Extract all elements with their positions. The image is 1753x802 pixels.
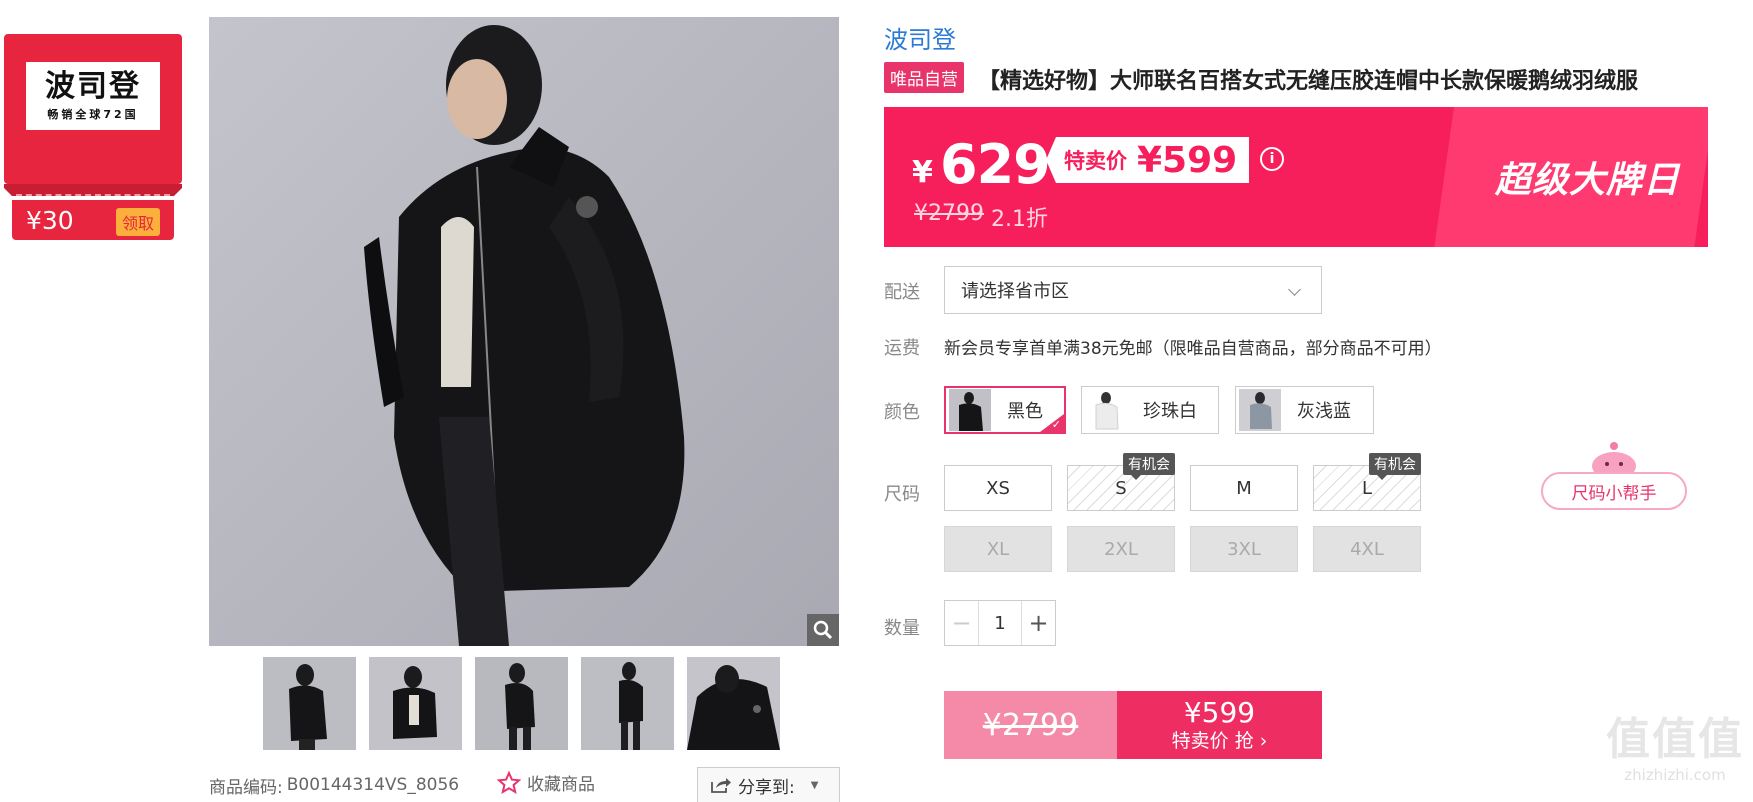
size-helper-button[interactable]: 尺码小帮手 xyxy=(1541,472,1687,510)
color-swatch-black xyxy=(949,389,991,431)
buy-original-price: ¥2799 xyxy=(982,707,1079,743)
zoom-button[interactable] xyxy=(807,614,839,646)
brand-link[interactable]: 波司登 xyxy=(884,20,956,55)
size-text-xl: XL xyxy=(986,538,1010,560)
product-photo xyxy=(209,17,839,646)
color-option-black[interactable]: 黑色 ✓ xyxy=(944,386,1066,434)
discount-rate: 2.1折 xyxy=(991,207,1048,232)
quantity-value[interactable]: 1 xyxy=(979,601,1021,645)
size-option-4xl: 4XL xyxy=(1313,526,1421,572)
sku-label: 商品编码: xyxy=(209,777,283,798)
brand-coupon[interactable]: 波司登 畅销全球72国 ¥30 领取 xyxy=(4,34,182,240)
size-option-2xl: 2XL xyxy=(1067,526,1175,572)
color-name-black: 黑色 xyxy=(1007,401,1043,422)
region-select-value: 请选择省市区 xyxy=(961,281,1069,302)
color-name-gray-blue: 灰浅蓝 xyxy=(1297,401,1351,422)
sku-row: 商品编码: B00144314VS_8056 xyxy=(209,772,459,798)
color-option-gray-blue[interactable]: 灰浅蓝 xyxy=(1235,386,1374,434)
size-option-3xl: 3XL xyxy=(1190,526,1298,572)
size-label: 尺码 xyxy=(884,484,920,505)
shipping-label: 运费 xyxy=(884,338,920,359)
size-option-l[interactable]: L 有机会 xyxy=(1313,453,1421,511)
color-swatch-pearl-white xyxy=(1085,389,1127,431)
coupon-brand: 波司登 xyxy=(45,69,141,104)
original-price: ¥2799 xyxy=(914,201,984,226)
magnifier-icon xyxy=(813,620,833,640)
thumbnail-1[interactable] xyxy=(263,657,356,750)
size-text-l: L xyxy=(1361,477,1373,499)
thumbnail-2[interactable] xyxy=(369,657,462,750)
caret-down-icon: ▼ xyxy=(810,779,819,791)
quantity-plus-button[interactable]: + xyxy=(1021,601,1055,645)
coupon-amount: ¥30 xyxy=(26,206,74,235)
size-text-xs: XS xyxy=(986,477,1010,499)
color-option-pearl-white[interactable]: 珍珠白 xyxy=(1081,386,1219,434)
coupon-tagline: 畅销全球72国 xyxy=(47,108,139,121)
thumbnail-strip xyxy=(263,657,780,750)
size-text-4xl: 4XL xyxy=(1350,538,1384,560)
coupon-claim-button[interactable]: 领取 xyxy=(115,208,160,236)
thumbnail-4[interactable] xyxy=(581,657,674,750)
size-option-m[interactable]: M xyxy=(1190,465,1298,511)
quantity-label: 数量 xyxy=(884,618,920,639)
sku-value: B00144314VS_8056 xyxy=(286,775,460,795)
chance-tag: 有机会 xyxy=(1123,453,1175,480)
shipping-note: 新会员专享首单满38元免邮（限唯品自营商品，部分商品不可用） xyxy=(944,339,1442,359)
size-text-s: S xyxy=(1115,477,1127,499)
special-price-label: 特卖价 xyxy=(1064,149,1127,173)
color-label: 颜色 xyxy=(884,402,920,423)
size-text-3xl: 3XL xyxy=(1227,538,1261,560)
coupon-divider xyxy=(16,194,170,196)
coupon-header: 波司登 畅销全球72国 xyxy=(4,34,182,184)
share-icon xyxy=(711,778,731,793)
price-currency: ¥ xyxy=(912,155,933,190)
watermark-logo: 值值值 xyxy=(1606,714,1744,765)
buy-now-panel[interactable]: ¥599 特卖价 抢 › xyxy=(1117,691,1322,759)
product-page: 波司登 畅销全球72国 ¥30 领取 商品编码: B00144314VS_805… xyxy=(0,0,1753,802)
price-main: 629 xyxy=(940,133,1051,196)
info-icon[interactable]: i xyxy=(1260,147,1284,171)
buy-button[interactable]: ¥2799 ¥599 特卖价 抢 › xyxy=(944,691,1322,759)
special-price-value: ¥599 xyxy=(1137,139,1238,181)
buy-price: ¥599 xyxy=(1183,696,1256,729)
chevron-down-icon xyxy=(1288,283,1301,296)
selected-check-icon: ✓ xyxy=(1040,414,1064,432)
delivery-label: 配送 xyxy=(884,282,920,303)
quantity-minus-button[interactable]: − xyxy=(945,601,979,645)
main-product-image[interactable] xyxy=(209,17,839,646)
buy-original-price-panel: ¥2799 xyxy=(944,691,1117,759)
brand-logo: 波司登 畅销全球72国 xyxy=(26,62,160,130)
size-option-s[interactable]: S 有机会 xyxy=(1067,453,1175,511)
share-button[interactable]: 分享到: ▼ xyxy=(697,767,840,802)
size-text-m: M xyxy=(1236,477,1252,499)
size-option-xl: XL xyxy=(944,526,1052,572)
chance-tag: 有机会 xyxy=(1369,453,1421,480)
watermark: 值值值 zhizhizhi.com xyxy=(1600,714,1750,785)
coupon-footer: ¥30 领取 xyxy=(12,194,174,240)
region-select[interactable]: 请选择省市区 xyxy=(944,266,1322,314)
thumbnail-5[interactable] xyxy=(687,657,780,750)
color-swatch-gray-blue xyxy=(1239,389,1281,431)
size-text-2xl: 2XL xyxy=(1104,538,1138,560)
watermark-url: zhizhizhi.com xyxy=(1624,766,1726,784)
self-operated-badge: 唯品自营 xyxy=(884,62,964,93)
share-label: 分享到: xyxy=(738,777,795,798)
color-name-pearl-white: 珍珠白 xyxy=(1143,401,1197,422)
favorite-button[interactable]: 收藏商品 xyxy=(497,770,595,795)
product-title: 【精选好物】大师联名百搭女式无缝压胶连帽中长款保暖鹅绒羽绒服 xyxy=(978,69,1639,94)
favorite-label: 收藏商品 xyxy=(527,775,595,795)
quantity-stepper: − 1 + xyxy=(944,600,1056,646)
size-option-xs[interactable]: XS xyxy=(944,465,1052,511)
banner-slogan: 超级大牌日 xyxy=(1494,160,1680,201)
special-price-tag: 特卖价 ¥599 xyxy=(1046,137,1250,183)
star-icon xyxy=(497,770,521,794)
buy-cta: 特卖价 抢 › xyxy=(1171,730,1268,752)
price-banner: ¥ 629 特卖价 ¥599 i ¥2799 2.1折 超级大牌日 xyxy=(884,107,1708,247)
thumbnail-3[interactable] xyxy=(475,657,568,750)
